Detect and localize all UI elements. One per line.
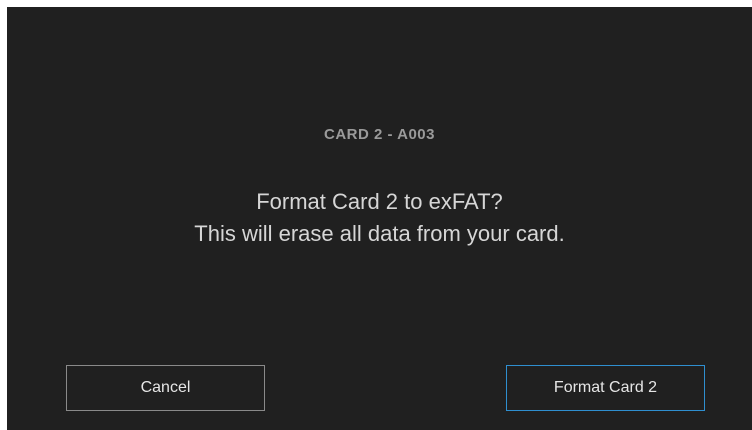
format-card-button[interactable]: Format Card 2 bbox=[506, 365, 705, 411]
format-card-dialog: CARD 2 - A003 Format Card 2 to exFAT? Th… bbox=[7, 7, 752, 430]
card-label: CARD 2 - A003 bbox=[324, 126, 435, 143]
cancel-button[interactable]: Cancel bbox=[66, 365, 265, 411]
message-line-2: This will erase all data from your card. bbox=[194, 221, 565, 246]
format-confirmation-message: Format Card 2 to exFAT? This will erase … bbox=[7, 186, 752, 250]
message-line-1: Format Card 2 to exFAT? bbox=[256, 189, 503, 214]
